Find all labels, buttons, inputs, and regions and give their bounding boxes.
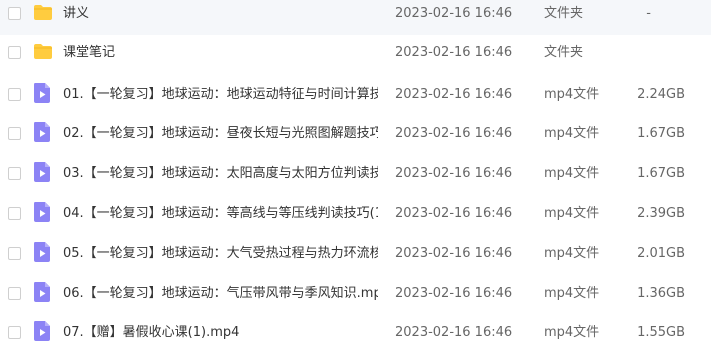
video-icon	[33, 320, 51, 342]
file-size: 2.24GB	[637, 87, 685, 102]
file-name[interactable]: 04.【一轮复习】地球运动：等高线与等压线判读技巧(1)....	[63, 205, 378, 223]
folder-icon	[33, 40, 52, 62]
file-row[interactable]: 讲义 2023-02-16 16:46 文件夹 -	[0, 0, 711, 35]
file-name[interactable]: 讲义	[63, 5, 89, 23]
file-row[interactable]: 02.【一轮复习】地球运动：昼夜长短与光照图解题技巧.... 2023-02-16…	[0, 115, 711, 155]
file-size: 2.01GB	[637, 246, 685, 261]
row-checkbox[interactable]	[8, 287, 21, 300]
file-type: mp4文件	[544, 126, 600, 141]
file-size: 1.67GB	[637, 126, 685, 141]
file-type: mp4文件	[544, 166, 600, 181]
file-size: 1.36GB	[637, 286, 685, 301]
file-name[interactable]: 01.【一轮复习】地球运动：地球运动特征与时间计算技...	[63, 86, 378, 104]
file-size: -	[646, 6, 651, 21]
row-checkbox[interactable]	[8, 46, 21, 59]
file-date: 2023-02-16 16:46	[395, 45, 513, 60]
file-date: 2023-02-16 16:46	[395, 206, 513, 221]
folder-icon	[33, 1, 52, 23]
file-date: 2023-02-16 16:46	[395, 286, 513, 301]
file-type: 文件夹	[544, 6, 584, 21]
file-type: mp4文件	[544, 206, 600, 221]
row-checkbox[interactable]	[8, 88, 21, 101]
file-date: 2023-02-16 16:46	[395, 325, 513, 340]
file-date: 2023-02-16 16:46	[395, 166, 513, 181]
row-checkbox[interactable]	[8, 7, 21, 20]
file-row[interactable]: 06.【一轮复习】地球运动：气压带风带与季风知识.mp4 2023-02-16 1…	[0, 275, 711, 315]
row-checkbox[interactable]	[8, 326, 21, 339]
file-row[interactable]: 05.【一轮复习】地球运动：大气受热过程与热力环流核... 2023-02-16 …	[0, 235, 711, 275]
file-type: 文件夹	[544, 45, 584, 60]
file-type: mp4文件	[544, 325, 600, 340]
row-checkbox[interactable]	[8, 167, 21, 180]
file-name[interactable]: 02.【一轮复习】地球运动：昼夜长短与光照图解题技巧....	[63, 125, 378, 143]
file-date: 2023-02-16 16:46	[395, 87, 513, 102]
file-type: mp4文件	[544, 87, 600, 102]
file-name[interactable]: 07.【赠】暑假收心课(1).mp4	[63, 324, 239, 342]
file-row[interactable]: 04.【一轮复习】地球运动：等高线与等压线判读技巧(1).... 2023-02-…	[0, 195, 711, 235]
file-name[interactable]: 03.【一轮复习】地球运动：太阳高度与太阳方位判读技...	[63, 165, 378, 183]
file-type: mp4文件	[544, 246, 600, 261]
video-icon	[33, 241, 51, 263]
file-name[interactable]: 课堂笔记	[63, 44, 115, 62]
file-date: 2023-02-16 16:46	[395, 126, 513, 141]
file-name[interactable]: 05.【一轮复习】地球运动：大气受热过程与热力环流核...	[63, 245, 378, 263]
video-icon	[33, 82, 51, 104]
row-checkbox[interactable]	[8, 247, 21, 260]
video-icon	[33, 201, 51, 223]
file-row[interactable]: 课堂笔记 2023-02-16 16:46 文件夹	[0, 34, 711, 74]
row-checkbox[interactable]	[8, 207, 21, 220]
file-size: 1.55GB	[637, 325, 685, 340]
file-size: 2.39GB	[637, 206, 685, 221]
file-date: 2023-02-16 16:46	[395, 246, 513, 261]
video-icon	[33, 281, 51, 303]
row-checkbox[interactable]	[8, 127, 21, 140]
file-date: 2023-02-16 16:46	[395, 6, 513, 21]
file-row[interactable]: 07.【赠】暑假收心课(1).mp4 2023-02-16 16:46 mp4文件 1…	[0, 314, 711, 354]
file-row[interactable]: 01.【一轮复习】地球运动：地球运动特征与时间计算技... 2023-02-16 …	[0, 76, 711, 116]
video-icon	[33, 161, 51, 183]
file-name[interactable]: 06.【一轮复习】地球运动：气压带风带与季风知识.mp4	[63, 285, 378, 303]
file-row[interactable]: 03.【一轮复习】地球运动：太阳高度与太阳方位判读技... 2023-02-16 …	[0, 155, 711, 195]
video-icon	[33, 121, 51, 143]
file-size: 1.67GB	[637, 166, 685, 181]
file-type: mp4文件	[544, 286, 600, 301]
